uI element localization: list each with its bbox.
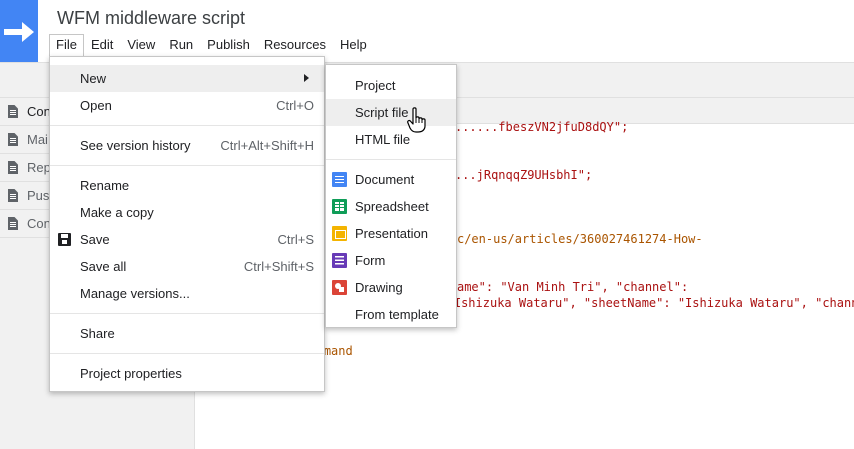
menu-item-label: Form <box>355 253 386 268</box>
new-from-template[interactable]: From template <box>326 301 456 328</box>
file-menu-share[interactable]: Share <box>50 320 324 347</box>
new-document[interactable]: Document <box>326 166 456 193</box>
file-menu-make-a-copy[interactable]: Make a copy <box>50 199 324 226</box>
docs-icon <box>332 172 347 187</box>
menu-item-label: Manage versions... <box>80 286 190 301</box>
file-menu-new[interactable]: New <box>50 65 324 92</box>
file-name: Rep <box>27 160 51 175</box>
menu-separator <box>50 165 324 166</box>
menu-item-label: Save <box>80 232 110 247</box>
menu-item-label: Project properties <box>80 366 182 381</box>
project-title[interactable]: WFM middleware script <box>57 8 245 29</box>
menu-edit[interactable]: Edit <box>84 34 120 56</box>
menu-item-label: From template <box>355 307 439 322</box>
drawings-icon <box>332 280 347 295</box>
menu-item-shortcut: Ctrl+S <box>277 232 314 247</box>
menu-item-label: Save all <box>80 259 127 274</box>
file-menu-see-version-history[interactable]: See version history Ctrl+Alt+Shift+H <box>50 132 324 159</box>
menu-item-shortcut: Ctrl+Shift+S <box>243 259 314 274</box>
new-presentation[interactable]: Presentation <box>326 220 456 247</box>
apps-script-editor: WFM middleware script File Edit View Run Pub… <box>0 0 854 449</box>
file-menu-rename[interactable]: Rename <box>50 172 324 199</box>
menu-item-label: New <box>80 71 107 86</box>
menu-item-label: Document <box>355 172 415 187</box>
file-menu-save[interactable]: Save Ctrl+S <box>50 226 324 253</box>
new-html-file[interactable]: HTML file <box>326 126 456 153</box>
file-menu-dropdown: New Open Ctrl+O See version history Ctrl+Alt… <box>49 56 325 392</box>
new-drawing[interactable]: Drawing <box>326 274 456 301</box>
file-menu-save-all[interactable]: Save all Ctrl+Shift+S <box>50 253 324 280</box>
menu-bar: File Edit View Run Publish Resources Help <box>49 34 374 56</box>
menu-item-label: Project <box>355 78 396 93</box>
menu-separator <box>50 125 324 126</box>
menu-item-label: HTML file <box>355 132 411 147</box>
menu-item-shortcut: Ctrl+Alt+Shift+H <box>220 138 314 153</box>
slides-icon <box>332 226 347 241</box>
file-name: Con <box>27 104 51 119</box>
file-menu-project-properties[interactable]: Project properties <box>50 360 324 387</box>
hand-cursor-icon <box>407 107 426 133</box>
menu-publish[interactable]: Publish <box>200 34 257 56</box>
menu-separator <box>50 353 324 354</box>
file-menu-manage-versions[interactable]: Manage versions... <box>50 280 324 307</box>
menu-item-label: Presentation <box>355 226 428 241</box>
file-menu-open[interactable]: Open Ctrl+O <box>50 92 324 119</box>
submenu-arrow-icon <box>304 74 309 82</box>
new-project[interactable]: Project <box>326 72 456 99</box>
save-icon <box>58 233 71 246</box>
menu-item-label: Spreadsheet <box>355 199 429 214</box>
menu-run[interactable]: Run <box>162 34 200 56</box>
new-spreadsheet[interactable]: Spreadsheet <box>326 193 456 220</box>
file-name: Mai <box>27 132 48 147</box>
new-form[interactable]: Form <box>326 247 456 274</box>
menu-view[interactable]: View <box>120 34 162 56</box>
forms-icon <box>332 253 347 268</box>
file-icon <box>8 189 18 202</box>
sheets-icon <box>332 199 347 214</box>
file-icon <box>8 161 18 174</box>
file-icon <box>8 217 18 230</box>
new-submenu: Project Script file HTML file Document Sprea… <box>325 64 457 328</box>
menu-item-label: See version history <box>80 138 191 153</box>
menu-item-label: Open <box>80 98 112 113</box>
menu-item-label: Rename <box>80 178 130 193</box>
menu-item-shortcut: Ctrl+O <box>276 98 314 113</box>
menu-file[interactable]: File <box>49 34 84 56</box>
apps-script-logo[interactable] <box>0 0 38 64</box>
menu-item-label: Share <box>80 326 115 341</box>
menu-separator <box>50 313 324 314</box>
menu-item-label: Make a copy <box>80 205 154 220</box>
file-name: Con <box>27 216 51 231</box>
menu-separator <box>326 159 456 160</box>
menu-help[interactable]: Help <box>333 34 374 56</box>
file-name: Pus <box>27 188 50 203</box>
menu-item-label: Drawing <box>355 280 403 295</box>
arrow-right-icon <box>4 22 34 42</box>
menu-item-label: Script file <box>355 105 409 120</box>
menu-resources[interactable]: Resources <box>257 34 333 56</box>
file-icon <box>8 105 18 118</box>
new-script-file[interactable]: Script file <box>326 99 456 126</box>
file-icon <box>8 133 18 146</box>
